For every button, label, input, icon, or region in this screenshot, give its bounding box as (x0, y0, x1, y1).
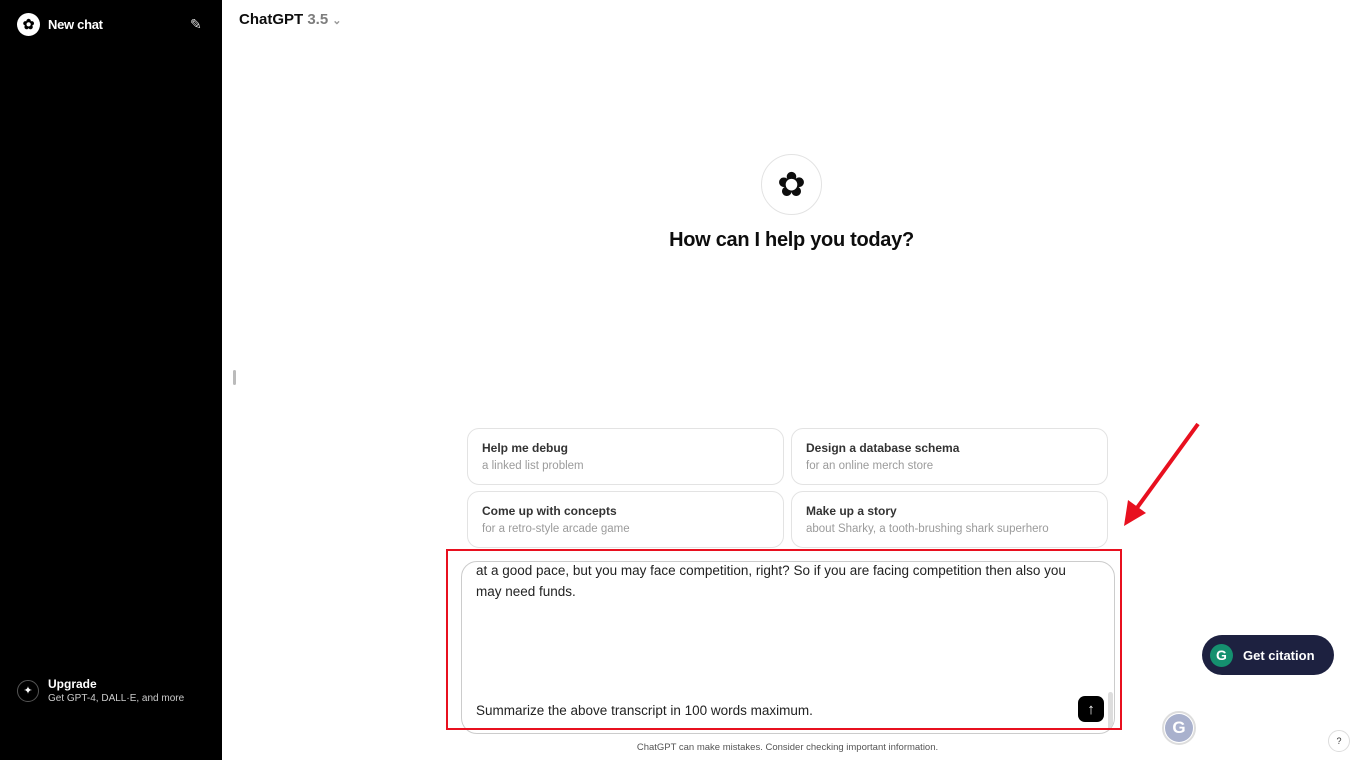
suggestion-card[interactable]: Design a database schema for an online me… (791, 428, 1108, 485)
get-citation-label: Get citation (1243, 647, 1315, 663)
model-name: ChatGPT (239, 11, 304, 28)
grammarly-icon: G (1210, 643, 1233, 667)
suggestion-subtitle: a linked list problem (482, 460, 584, 472)
model-version: 3.5 (307, 11, 329, 28)
sparkle-icon: ✦ (17, 679, 39, 702)
grammarly-widget[interactable]: G (1162, 711, 1196, 745)
suggestion-card[interactable]: Make up a story about Sharky, a tooth-bru… (791, 491, 1108, 548)
model-selector[interactable]: ChatGPT 3.5 ⌄ (239, 11, 341, 28)
suggestion-subtitle: for a retro-style arcade game (482, 523, 630, 535)
upgrade-title: Upgrade (48, 677, 97, 691)
suggestion-subtitle: for an online merch store (806, 460, 934, 472)
new-chat-button[interactable]: ✿ New chat (17, 13, 103, 36)
chevron-down-icon: ⌄ (332, 15, 342, 27)
sidebar: ✿ New chat ✎ ✦ Upgrade Get GPT-4, DALL·E… (0, 0, 222, 760)
suggestion-title: Make up a story (806, 504, 897, 518)
sidebar-toggle-handle[interactable] (233, 370, 236, 385)
upgrade-subtitle: Get GPT-4, DALL·E, and more (48, 693, 185, 704)
get-citation-button[interactable]: G Get citation (1202, 635, 1334, 675)
page-title: How can I help you today? (669, 229, 914, 251)
openai-logo-icon: ✿ (17, 13, 40, 36)
suggestion-title: Come up with concepts (482, 504, 617, 518)
suggestion-title: Help me debug (482, 441, 569, 455)
annotation-highlight-box (446, 549, 1122, 730)
grammarly-icon: G (1165, 714, 1193, 742)
upgrade-button[interactable]: ✦ Upgrade Get GPT-4, DALL·E, and more (17, 677, 184, 704)
openai-logo-icon: ✿ (761, 154, 822, 215)
suggestion-subtitle: about Sharky, a tooth-brushing shark sup… (806, 523, 1049, 535)
help-button[interactable]: ? (1328, 730, 1350, 752)
annotation-arrow-icon (1124, 422, 1200, 526)
disclaimer: ChatGPT can make mistakes. Consider chec… (636, 742, 939, 753)
new-chat-label: New chat (48, 17, 103, 32)
suggestion-card[interactable]: Help me debug a linked list problem (467, 428, 784, 485)
suggestion-card[interactable]: Come up with concepts for a retro-style a… (467, 491, 784, 548)
suggestion-title: Design a database schema (806, 441, 960, 455)
edit-icon[interactable]: ✎ (190, 16, 202, 33)
